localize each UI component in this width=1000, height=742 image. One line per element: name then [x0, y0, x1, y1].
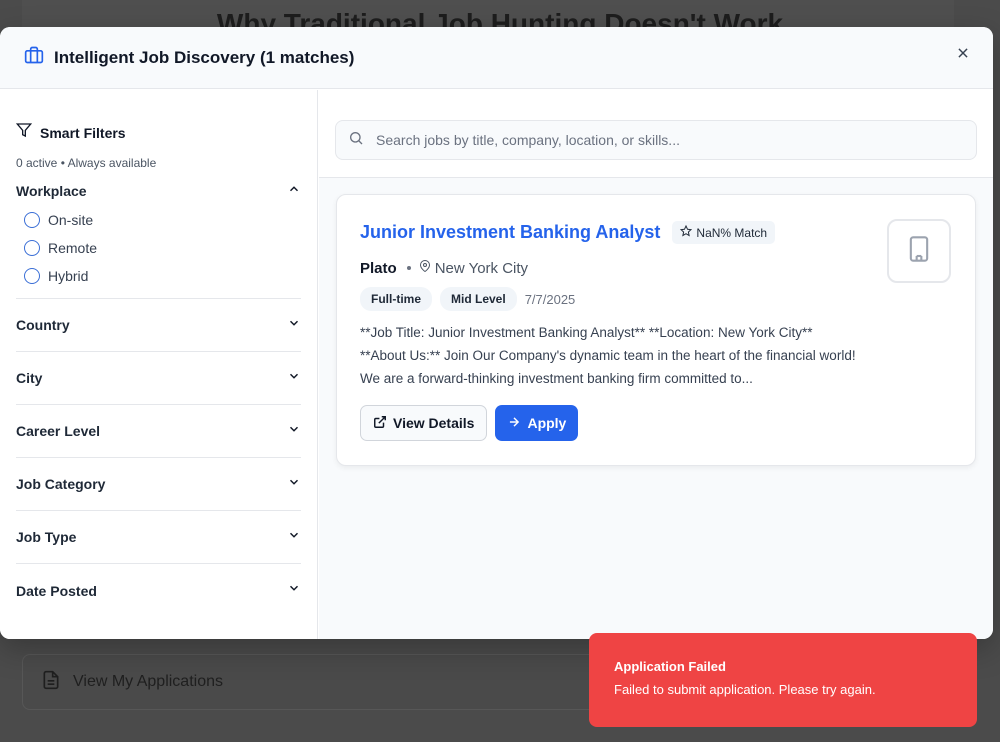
- section-label: Date Posted: [16, 582, 97, 599]
- match-text: NaN% Match: [696, 225, 768, 240]
- search-input[interactable]: [376, 132, 956, 148]
- chevron-down-icon: [287, 422, 301, 441]
- company-logo: [887, 219, 951, 283]
- company-name: Plato: [360, 259, 397, 277]
- search-icon: [348, 130, 364, 151]
- filter-section-job-category[interactable]: Job Category: [16, 458, 301, 511]
- job-title-link[interactable]: Junior Investment Banking Analyst: [360, 222, 660, 243]
- filters-sidebar: Smart Filters 0 active • Always availabl…: [0, 90, 318, 639]
- map-pin-icon: [419, 259, 431, 277]
- results-panel: Junior Investment Banking Analyst NaN% M…: [319, 104, 993, 639]
- section-label: Career Level: [16, 423, 101, 439]
- radio-button[interactable]: [24, 268, 40, 284]
- chevron-down-icon: [287, 316, 301, 335]
- view-details-label: View Details: [393, 415, 475, 431]
- workplace-toggle[interactable]: Workplace: [16, 176, 301, 206]
- career-level-tag: Mid Level: [440, 287, 517, 311]
- filter-section-date-posted[interactable]: Date Posted: [16, 564, 301, 617]
- document-icon: [41, 670, 61, 695]
- filter-section-country[interactable]: Country: [16, 299, 301, 352]
- modal-header: Intelligent Job Discovery (1 matches): [0, 27, 993, 89]
- building-icon: [905, 235, 933, 268]
- chevron-down-icon: [287, 581, 301, 600]
- section-label: Job Category: [16, 476, 106, 492]
- view-details-button[interactable]: View Details: [360, 405, 488, 441]
- chevron-down-icon: [287, 475, 301, 494]
- search-box[interactable]: [335, 120, 977, 160]
- chevron-down-icon: [287, 369, 301, 388]
- separator-dot: [406, 266, 411, 270]
- chevron-down-icon: [287, 528, 301, 547]
- job-description: **Job Title: Junior Investment Banking A…: [360, 325, 856, 386]
- job-location: New York City: [434, 259, 529, 277]
- close-button[interactable]: [951, 43, 975, 67]
- star-icon: [680, 224, 693, 240]
- section-label: City: [16, 370, 43, 386]
- toast-message: Failed to submit application. Please try…: [614, 682, 876, 697]
- filters-header: Smart Filters: [15, 122, 301, 143]
- chevron-up-icon: [287, 182, 301, 201]
- filter-section-career-level[interactable]: Career Level: [16, 405, 301, 458]
- toast-title: Application Failed: [614, 659, 726, 674]
- workplace-option-hybrid[interactable]: Hybrid: [16, 262, 301, 290]
- match-badge: NaN% Match: [672, 221, 776, 244]
- radio-label: Hybrid: [48, 268, 89, 284]
- workplace-label: Workplace: [16, 183, 87, 199]
- error-toast[interactable]: Application Failed Failed to submit appl…: [589, 633, 977, 727]
- briefcase-icon: [24, 45, 44, 70]
- search-bar: [319, 104, 993, 178]
- filters-title: Smart Filters: [40, 124, 126, 141]
- job-card: Junior Investment Banking Analyst NaN% M…: [336, 194, 976, 466]
- section-label: Country: [16, 317, 70, 333]
- job-discovery-modal: Intelligent Job Discovery (1 matches) Sm…: [0, 27, 993, 639]
- apply-button[interactable]: Apply: [495, 405, 579, 441]
- workplace-option-onsite[interactable]: On-site: [16, 206, 301, 234]
- view-applications-button[interactable]: View My Applications: [22, 654, 602, 710]
- job-type-tag: Full-time: [360, 287, 432, 311]
- workplace-section: Workplace On-site Remote Hybrid: [16, 176, 301, 299]
- filters-status: 0 active • Always available: [16, 156, 157, 170]
- radio-button[interactable]: [24, 240, 40, 256]
- radio-label: Remote: [48, 240, 98, 256]
- modal-title: Intelligent Job Discovery (1 matches): [54, 47, 355, 67]
- posted-date: 7/7/2025: [524, 291, 576, 307]
- workplace-option-remote[interactable]: Remote: [16, 234, 301, 262]
- radio-button[interactable]: [24, 212, 40, 228]
- view-applications-label: View My Applications: [73, 673, 223, 690]
- section-label: Job Type: [16, 529, 77, 545]
- filter-section-city[interactable]: City: [16, 352, 301, 405]
- radio-label: On-site: [48, 212, 94, 228]
- filter-icon: [15, 122, 33, 143]
- apply-label: Apply: [527, 415, 567, 431]
- filter-section-job-type[interactable]: Job Type: [16, 511, 301, 564]
- close-icon: [956, 46, 970, 65]
- external-link-icon: [373, 415, 387, 432]
- arrow-right-icon: [507, 415, 521, 432]
